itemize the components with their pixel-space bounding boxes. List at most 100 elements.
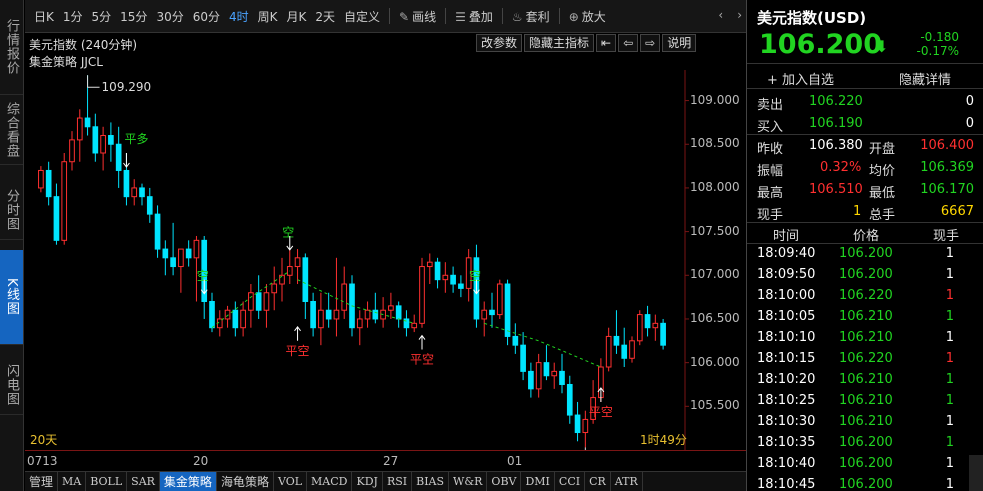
indicator-tab[interactable]: KDJ bbox=[352, 471, 383, 491]
tab-overview[interactable]: 综合看盘 bbox=[0, 95, 23, 165]
tab-kline[interactable]: K线图 bbox=[0, 250, 23, 345]
indicator-tab[interactable]: ATR bbox=[611, 471, 643, 491]
tick-header: 时间 价格 现手 bbox=[747, 223, 983, 244]
hide-indicator-button[interactable]: 隐藏主指标 bbox=[524, 34, 595, 52]
candle-down bbox=[450, 274, 456, 285]
tick-time: 18:09:40 bbox=[757, 246, 816, 261]
tick-row: 18:10:10 106.210 1 bbox=[747, 328, 983, 349]
candle-down bbox=[644, 314, 651, 329]
scroll-left-button[interactable]: ⇦ bbox=[618, 34, 639, 52]
tick-time: 18:10:45 bbox=[757, 477, 816, 491]
scrollbar[interactable] bbox=[969, 455, 983, 491]
period-60m[interactable]: 60分 bbox=[193, 8, 220, 25]
candle-up bbox=[582, 418, 589, 434]
strategy-line bbox=[484, 322, 602, 368]
zoom-button[interactable]: ⊕ 放大 bbox=[569, 8, 606, 25]
indicator-tab[interactable]: OBV bbox=[487, 471, 522, 491]
indicator-tab[interactable]: 管理 bbox=[25, 471, 59, 491]
candle-up bbox=[551, 370, 558, 377]
candle-down bbox=[310, 300, 316, 329]
help-button[interactable]: 说明 bbox=[662, 34, 697, 52]
tick-price: 106.210 bbox=[839, 372, 893, 387]
period-1m[interactable]: 1分 bbox=[63, 8, 83, 25]
candle-up bbox=[61, 161, 68, 241]
candle-up bbox=[496, 283, 503, 316]
period-4h[interactable]: 4时 bbox=[229, 8, 249, 25]
indicator-tab[interactable]: RSI bbox=[383, 471, 413, 491]
signal-label: 空 bbox=[467, 269, 481, 281]
indicator-tab[interactable]: 海龟策略 bbox=[217, 471, 274, 491]
candle-up bbox=[294, 257, 301, 268]
candle-up bbox=[224, 309, 231, 320]
period-custom[interactable]: 自定义 bbox=[344, 8, 380, 25]
next-arrow-icon[interactable]: › bbox=[737, 8, 742, 22]
first-page-button[interactable]: ⇤ bbox=[596, 34, 617, 52]
candle-up bbox=[271, 283, 278, 294]
candle-down bbox=[185, 248, 192, 259]
draw-button[interactable]: ✎ 画线 bbox=[399, 8, 436, 25]
indicator-tab[interactable]: VOL bbox=[274, 471, 308, 491]
candlestick-chart[interactable]: 109.290105.030平多空空空平空平空平空 bbox=[25, 70, 746, 450]
y-tick-label: 108.500 bbox=[690, 136, 740, 151]
overlay-button[interactable]: ☰ 叠加 bbox=[455, 8, 493, 25]
tick-volume: 1 bbox=[945, 288, 954, 303]
stat-row: 振幅 0.32% 均价 106.369 bbox=[757, 160, 974, 179]
candle-up bbox=[442, 274, 449, 281]
tick-time: 18:10:10 bbox=[757, 330, 816, 345]
indicator-tab[interactable]: BOLL bbox=[86, 471, 128, 491]
period-30m[interactable]: 30分 bbox=[156, 8, 183, 25]
candle-down bbox=[84, 117, 91, 128]
period-day[interactable]: 日K bbox=[34, 8, 54, 25]
signal-arrow-icon bbox=[286, 235, 294, 251]
period-label: 20天 bbox=[30, 433, 58, 447]
candle-down bbox=[395, 305, 402, 320]
tab-quotes[interactable]: 行情报价 bbox=[0, 0, 23, 95]
tick-row: 18:09:40 106.200 1 bbox=[747, 244, 983, 265]
indicator-tab[interactable]: W&R bbox=[449, 471, 488, 491]
tick-volume: 1 bbox=[945, 477, 954, 491]
tick-price: 106.220 bbox=[839, 288, 893, 303]
magnify-icon: ⊕ bbox=[568, 9, 579, 24]
period-week[interactable]: 周K bbox=[258, 8, 278, 25]
tick-price: 106.220 bbox=[839, 351, 893, 366]
left-tab-bar: 行情报价 综合看盘 分时图 K线图 闪电图 bbox=[0, 0, 24, 491]
candle-down bbox=[520, 344, 526, 372]
indicator-tab[interactable]: 集金策略 bbox=[159, 471, 217, 491]
indicator-tab[interactable]: BIAS bbox=[412, 471, 450, 491]
last-price: 106.200 bbox=[759, 29, 882, 60]
indicator-tab[interactable]: DMI bbox=[521, 471, 555, 491]
period-month[interactable]: 月K bbox=[287, 8, 307, 25]
tab-intraday[interactable]: 分时图 bbox=[0, 180, 23, 240]
tick-time: 18:10:40 bbox=[757, 456, 816, 471]
price-change: -0.180 -0.17% bbox=[916, 30, 959, 58]
period-15m[interactable]: 15分 bbox=[120, 8, 147, 25]
stat-row: 现手 1 总手 6667 bbox=[747, 201, 983, 223]
add-watchlist-button[interactable]: + 加入自选 bbox=[767, 69, 834, 88]
tick-volume: 1 bbox=[945, 372, 954, 387]
period-5m[interactable]: 5分 bbox=[92, 8, 112, 25]
high-marker bbox=[87, 75, 100, 88]
indicator-tab[interactable]: MA bbox=[58, 471, 87, 491]
tick-row: 18:10:40 106.200 1 bbox=[747, 454, 983, 475]
signal-label: 平空 bbox=[589, 405, 613, 419]
tab-lightning[interactable]: 闪电图 bbox=[0, 355, 23, 415]
scroll-right-button[interactable]: ⇨ bbox=[640, 34, 661, 52]
tick-volume: 1 bbox=[945, 414, 954, 429]
candle-up bbox=[356, 318, 363, 329]
candle-down bbox=[123, 169, 130, 198]
action-row: + 加入自选 隐藏详情 bbox=[747, 63, 983, 89]
candle-down bbox=[566, 383, 573, 416]
tick-price: 106.210 bbox=[839, 393, 893, 408]
edit-params-button[interactable]: 改参数 bbox=[476, 34, 523, 52]
period-2day[interactable]: 2天 bbox=[315, 8, 335, 25]
indicator-tab[interactable]: CCI bbox=[555, 471, 586, 491]
tick-volume: 1 bbox=[945, 267, 954, 282]
signal-label: 平空 bbox=[410, 353, 434, 367]
x-axis: 0713 20 27 01 bbox=[25, 450, 746, 470]
hide-detail-button[interactable]: 隐藏详情 bbox=[899, 69, 951, 88]
indicator-tab[interactable]: SAR bbox=[127, 471, 160, 491]
indicator-tab[interactable]: CR bbox=[585, 471, 611, 491]
indicator-tab[interactable]: MACD bbox=[307, 471, 353, 491]
prev-arrow-icon[interactable]: ‹ bbox=[718, 8, 723, 22]
arbitrage-button[interactable]: ♨ 套利 bbox=[512, 8, 550, 25]
